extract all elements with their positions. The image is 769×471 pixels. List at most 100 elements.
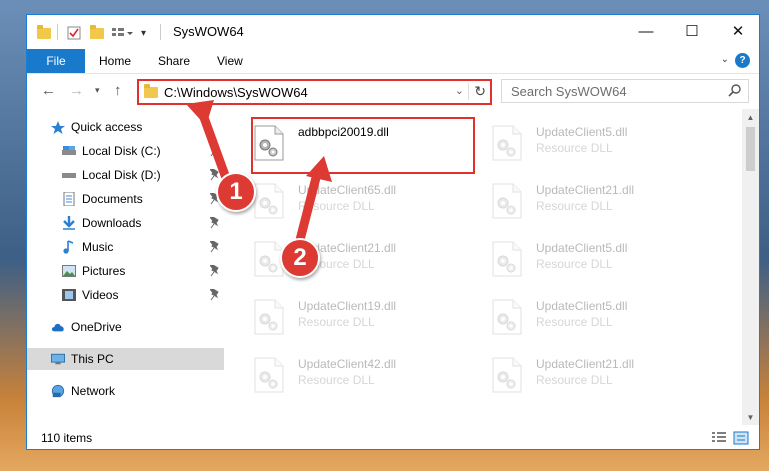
- file-name: UpdateClient21.dll: [536, 357, 635, 371]
- pin-icon[interactable]: [210, 169, 220, 181]
- file-item[interactable]: UpdateClient21.dll Resource DLL: [224, 233, 444, 283]
- file-type: Resource DLL: [298, 373, 375, 387]
- help-icon[interactable]: ?: [735, 53, 750, 68]
- sidebar-item-onedrive[interactable]: OneDrive: [27, 316, 224, 338]
- dll-file-icon: [492, 183, 522, 219]
- file-item[interactable]: UpdateClient5.dll Resource DLL: [462, 291, 682, 341]
- dll-file-icon: [254, 299, 284, 335]
- up-button[interactable]: ↑: [114, 82, 122, 99]
- sidebar-item-local-disk-c[interactable]: Local Disk (C:): [27, 140, 224, 162]
- address-dropdown-icon[interactable]: ⌄: [455, 84, 464, 97]
- window-title: SysWOW64: [173, 24, 244, 39]
- sidebar-item-label: Documents: [82, 192, 143, 206]
- sidebar-item-label: Videos: [82, 288, 119, 302]
- sidebar-item-label: Quick access: [71, 120, 143, 134]
- close-button[interactable]: ✕: [715, 15, 759, 47]
- computer-icon: [51, 353, 65, 365]
- file-name: UpdateClient42.dll: [298, 357, 397, 371]
- dll-file-icon: [492, 357, 522, 393]
- scroll-up-icon[interactable]: ▲: [742, 109, 759, 125]
- videos-icon: [62, 289, 76, 301]
- sidebar-item-documents[interactable]: Documents: [27, 188, 224, 210]
- divider: [160, 24, 161, 40]
- folder-icon: [144, 83, 158, 98]
- navigation-bar: ← → ▾ ↑ C:\Windows\SysWOW64 ⌄ ↻ Search S…: [27, 73, 759, 109]
- title-bar: ▾ SysWOW64 — ☐ ✕: [27, 15, 759, 49]
- sidebar-item-quick-access[interactable]: Quick access: [27, 116, 224, 138]
- ribbon-tabs: File Home Share View ⌄ ?: [27, 49, 759, 73]
- sidebar-item-local-disk-d[interactable]: Local Disk (D:): [27, 164, 224, 186]
- pin-icon[interactable]: [210, 289, 220, 301]
- file-type: Resource DLL: [298, 315, 375, 329]
- file-item[interactable]: UpdateClient5.dll Resource DLL: [462, 117, 682, 167]
- music-icon: [62, 240, 76, 254]
- file-type: Resource DLL: [536, 199, 613, 213]
- sidebar-item-network[interactable]: Network: [27, 380, 224, 402]
- sidebar-item-pictures[interactable]: Pictures: [27, 260, 224, 282]
- expand-ribbon-icon[interactable]: ⌄: [721, 54, 729, 65]
- file-type: Resource DLL: [298, 199, 375, 213]
- pictures-icon: [62, 265, 76, 277]
- file-name: UpdateClient21.dll: [536, 183, 635, 197]
- back-button[interactable]: ←: [41, 82, 56, 99]
- sidebar-item-label: Local Disk (D:): [82, 168, 161, 182]
- search-input[interactable]: Search SysWOW64: [501, 79, 749, 103]
- file-type: Resource DLL: [536, 141, 613, 155]
- large-icons-view-icon[interactable]: [733, 431, 749, 445]
- forward-button[interactable]: →: [69, 82, 84, 99]
- file-item[interactable]: UpdateClient21.dll Resource DLL: [462, 349, 682, 399]
- tab-home[interactable]: Home: [99, 54, 131, 68]
- address-bar[interactable]: C:\Windows\SysWOW64 ⌄ ↻: [137, 79, 492, 105]
- divider: [57, 24, 58, 40]
- sidebar-item-music[interactable]: Music: [27, 236, 224, 258]
- file-item[interactable]: UpdateClient42.dll Resource DLL: [224, 349, 444, 399]
- dll-file-icon: [254, 357, 284, 393]
- status-bar: 110 items: [27, 425, 759, 449]
- file-name: UpdateClient5.dll: [536, 241, 628, 255]
- search-icon[interactable]: [728, 83, 742, 97]
- sidebar-item-downloads[interactable]: Downloads: [27, 212, 224, 234]
- dll-file-icon: [492, 299, 522, 335]
- file-item[interactable]: UpdateClient19.dll Resource DLL: [224, 291, 444, 341]
- explorer-window: ▾ SysWOW64 — ☐ ✕ File Home Share View ⌄ …: [26, 14, 760, 450]
- customize-toolbar-icon[interactable]: ▾: [141, 24, 146, 42]
- search-placeholder: Search SysWOW64: [511, 83, 627, 99]
- file-item[interactable]: UpdateClient21.dll Resource DLL: [462, 175, 682, 225]
- file-name: UpdateClient19.dll: [298, 299, 397, 313]
- file-type: Resource DLL: [536, 373, 613, 387]
- pin-icon[interactable]: [210, 265, 220, 277]
- pin-icon[interactable]: [210, 241, 220, 253]
- scroll-down-icon[interactable]: ▼: [742, 409, 759, 425]
- dll-file-icon: [492, 241, 522, 277]
- maximize-button[interactable]: ☐: [669, 15, 715, 47]
- documents-icon: [62, 192, 76, 206]
- file-item[interactable]: UpdateClient5.dll Resource DLL: [462, 233, 682, 283]
- file-item[interactable]: UpdateClient65.dll Resource DLL: [224, 175, 444, 225]
- pin-icon[interactable]: [210, 145, 220, 157]
- tab-file[interactable]: File: [27, 49, 85, 73]
- minimize-button[interactable]: —: [623, 15, 669, 47]
- drive-icon: [62, 169, 76, 181]
- drive-icon: [62, 145, 76, 157]
- tab-share[interactable]: Share: [158, 54, 190, 68]
- details-view-icon[interactable]: [711, 431, 727, 445]
- sidebar-item-label: Pictures: [82, 264, 126, 278]
- address-path: C:\Windows\SysWOW64: [164, 84, 308, 100]
- sidebar-item-this-pc[interactable]: This PC: [27, 348, 224, 370]
- properties-icon[interactable]: [67, 24, 81, 42]
- file-name: UpdateClient65.dll: [298, 183, 397, 197]
- star-icon: [51, 120, 65, 134]
- recent-locations-button[interactable]: ▾: [95, 85, 100, 96]
- view-options-icon[interactable]: [111, 24, 133, 42]
- scroll-thumb[interactable]: [746, 127, 755, 171]
- new-folder-icon[interactable]: [90, 24, 104, 42]
- sidebar-item-videos[interactable]: Videos: [27, 284, 224, 306]
- refresh-icon[interactable]: ↻: [468, 83, 486, 100]
- vertical-scrollbar[interactable]: ▲ ▼: [742, 109, 759, 425]
- network-icon: [51, 384, 65, 398]
- sidebar-item-label: This PC: [71, 352, 114, 366]
- pin-icon[interactable]: [210, 217, 220, 229]
- file-name: UpdateClient5.dll: [536, 125, 628, 139]
- sidebar-item-label: Local Disk (C:): [82, 144, 161, 158]
- tab-view[interactable]: View: [217, 54, 243, 68]
